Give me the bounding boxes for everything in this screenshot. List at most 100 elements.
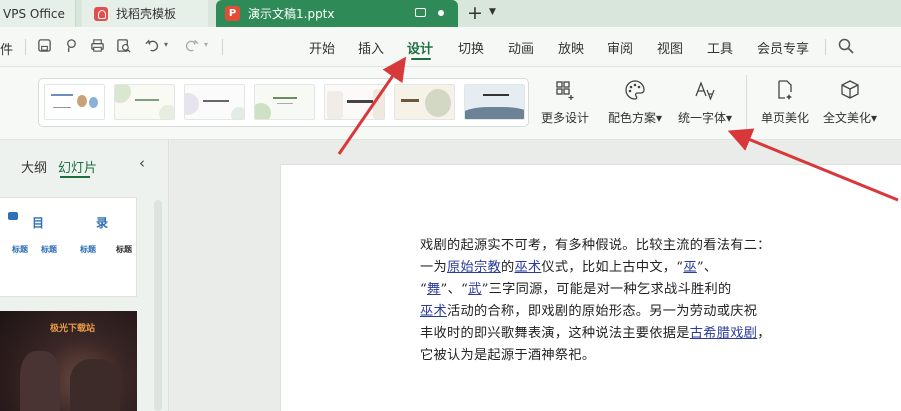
text-run: ”、“ [440,282,469,297]
text-run: “ [420,282,428,297]
menu-transitions[interactable]: 切换 [458,38,484,57]
full-beautify-text: 全文美化 [822,111,871,125]
tab-wps-label: VPS Office [3,6,65,21]
hyperlink[interactable]: 巫术 [514,260,541,275]
redo-dropdown-chevron-icon[interactable]: ▾ [204,40,208,49]
hyperlink[interactable]: 舞 [427,282,441,297]
text-line: 它被认为是起源于酒神祭祀。 [420,345,850,367]
tab-document[interactable]: P 演示文稿1.pptx [216,0,458,27]
save-icon[interactable] [37,38,52,53]
tab-find-label: 找稻壳模板 [116,7,177,21]
screen-icon[interactable] [415,8,426,17]
text-run: 的 [500,260,515,275]
divider [222,39,223,55]
text-run: 它被认为是起源于酒神祭祀。 [420,348,596,363]
menu-insert[interactable]: 插入 [358,38,384,57]
menu-design[interactable]: 设计 [407,38,433,57]
palette-icon [625,80,645,100]
new-tab-plus-icon[interactable]: + [467,3,483,23]
tab-list-chevron-icon[interactable]: ▼ [489,7,496,17]
color-scheme-button[interactable]: 配色方案▾ [602,67,668,140]
print-icon[interactable] [90,38,105,53]
figure-shape [20,351,60,411]
slide-thumbnail-1[interactable]: 目 录 标题 标题 标题 标题 [0,197,137,297]
text-run: ”三字同源，可能是对一种乞求战斗胜利的 [481,282,732,297]
print-preview-icon[interactable] [116,38,131,53]
text-line: “舞”、“武”三字同源，可能是对一种乞求战斗胜利的 [420,279,850,301]
docer-icon [94,6,108,21]
figure-shape [70,359,120,411]
tab-slides[interactable]: 幻灯片 [58,157,97,176]
menu-view[interactable]: 视图 [657,38,683,57]
export-icon[interactable] [64,38,79,53]
slide1-mini-label: 标题 [41,245,57,254]
menu-animations[interactable]: 动画 [508,38,534,57]
page-beautify-button[interactable]: 单页美化 [757,67,813,140]
text-run: ”、 [696,260,718,275]
color-scheme-text: 配色方案 [607,111,656,125]
current-slide[interactable]: 戏剧的起源实不可考，有多种假说。比较主流的看法有二： 一为原始宗教的巫术仪式，比… [280,164,901,411]
template-thumbnail[interactable] [44,84,105,120]
text-run: 戏剧的起源实不可考，有多种假说。比较主流的看法有二： [420,238,771,253]
design-ribbon: 更多设计 配色方案▾ 统一字体▾ 单页美化 全文美化▾ [0,67,901,140]
unsaved-dot-icon[interactable] [438,10,444,16]
more-design-button[interactable]: 更多设计 [538,67,592,140]
menu-slideshow[interactable]: 放映 [558,38,584,57]
slide-thumbnail-2[interactable]: 极光下载站 [0,311,137,411]
text-run: 丰收时的即兴歌舞表演，这种说法主要依据是 [420,326,690,341]
redo-icon[interactable] [184,38,199,53]
active-tab-underline [60,176,90,178]
search-icon[interactable] [838,38,854,54]
text-run: 活动的合称，即戏剧的原始形态。另一为劳动或庆祝 [446,304,758,319]
slide2-title: 极光下载站 [50,324,96,334]
template-thumbnail[interactable] [184,84,245,120]
grid-icon [556,81,574,100]
menu-member[interactable]: 会员专享 [757,38,809,57]
design-template-gallery [38,78,529,127]
menu-bar: 件 ▾ ▾ 开始 插入 设计 切换 动画 放映 审阅 视图 工具 会员专享 [0,27,901,67]
decor-shape [8,212,18,220]
hyperlink[interactable]: 武 [468,282,482,297]
color-scheme-label: 配色方案▾ [607,111,663,125]
menu-review[interactable]: 审阅 [607,38,633,57]
hyperlink[interactable]: 原始宗教 [447,260,501,275]
unify-font-label: 统一字体▾ [677,111,733,125]
collapse-panel-chevron-icon[interactable]: ‹ [139,154,145,172]
template-thumbnail[interactable] [464,84,525,120]
active-menu-underline [411,58,431,60]
hyperlink[interactable]: 古希腊戏剧 [690,326,757,341]
tab-outline[interactable]: 大纲 [21,157,47,176]
presentation-icon: P [225,6,240,21]
unify-font-button[interactable]: 统一字体▾ [672,67,738,140]
template-thumbnail[interactable] [324,84,385,120]
full-beautify-button[interactable]: 全文美化▾ [818,67,882,140]
text-run: ， [757,326,771,341]
undo-icon[interactable] [145,38,160,53]
app-window: { "tabs": { "wps_label": "VPS Office", "… [0,0,901,411]
file-menu[interactable]: 件 [0,39,13,58]
beautify-page-icon [778,80,792,100]
slide1-mini-label: 标题 [80,245,96,254]
template-thumbnail[interactable] [394,84,455,120]
slide-text-box[interactable]: 戏剧的起源实不可考，有多种假说。比较主流的看法有二： 一为原始宗教的巫术仪式，比… [420,235,850,367]
template-thumbnail[interactable] [254,84,315,120]
text-line: 一为原始宗教的巫术仪式，比如上古中文，“巫”、 [420,257,850,279]
panel-scrollbar[interactable] [154,200,162,411]
tab-doc-label: 演示文稿1.pptx [248,7,335,21]
text-run: 仪式，比如上古中文，“ [541,260,684,275]
menu-home[interactable]: 开始 [309,38,335,57]
template-thumbnail[interactable] [114,84,175,120]
slide1-title-b: 录 [96,216,109,230]
text-run: 一为 [420,260,447,275]
tab-find-templates[interactable]: 找稻壳模板 [82,0,208,27]
hyperlink[interactable]: 巫 [683,260,697,275]
full-beautify-label: 全文美化▾ [822,111,878,125]
unify-font-text: 统一字体 [677,111,726,125]
tab-wps-office[interactable]: VPS Office [0,0,76,27]
slide-panel: 大纲 幻灯片 ‹ 目 录 标题 标题 标题 标题 极光下载站 [0,140,169,411]
cube-icon [841,80,859,99]
text-line: 戏剧的起源实不可考，有多种假说。比较主流的看法有二： [420,235,850,257]
menu-tools[interactable]: 工具 [707,38,733,57]
undo-dropdown-chevron-icon[interactable]: ▾ [164,40,168,49]
hyperlink[interactable]: 巫术 [420,304,447,319]
